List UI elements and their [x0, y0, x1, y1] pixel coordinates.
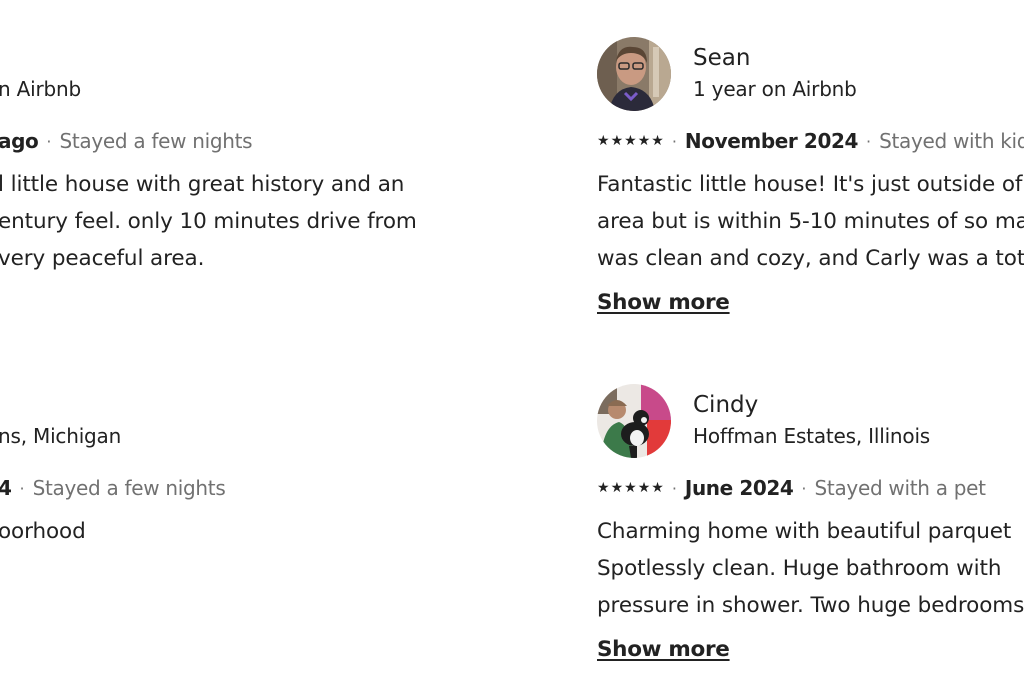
- review-meta: ★ ★ ★ ★ ★ · June 2024 · Stayed with a pe…: [597, 476, 986, 500]
- review-text: Fantastic little house! It's just outsid…: [597, 166, 1024, 277]
- avatar[interactable]: [597, 384, 671, 458]
- review-text-line: entury feel. only 10 minutes drive from: [0, 209, 417, 234]
- review-text-line: very peaceful area.: [0, 246, 205, 271]
- show-more-button[interactable]: Show more: [597, 637, 730, 662]
- separator-dot: ·: [801, 478, 807, 498]
- reviewer-subtitle: 1 year on Airbnb: [693, 77, 857, 101]
- reviews-grid: n Airbnb ago · Stayed a few nights l lit…: [0, 0, 1024, 683]
- avatar-sean-image: [597, 37, 671, 111]
- reviewer-name[interactable]: Cindy: [693, 392, 758, 418]
- review-date: 4: [0, 476, 12, 500]
- review-text-line: Spotlessly clean. Huge bathroom with: [597, 556, 1002, 581]
- review-date: November 2024: [684, 129, 858, 153]
- review-meta: ago · Stayed a few nights: [0, 129, 253, 153]
- star-icon: ★: [637, 480, 651, 496]
- separator-dot: ·: [866, 131, 872, 151]
- star-icon: ★: [597, 480, 610, 496]
- reviewer-name[interactable]: Sean: [693, 45, 750, 71]
- stay-type: Stayed a few nights: [32, 476, 226, 500]
- star-icon: ★: [651, 480, 664, 496]
- reviewer-subtitle: n Airbnb: [0, 77, 81, 101]
- review-text-line: Charming home with beautiful parquet: [597, 519, 1012, 544]
- review-text: oorhood: [0, 513, 438, 550]
- star-icon: ★: [624, 480, 637, 496]
- separator-dot: ·: [671, 478, 677, 498]
- show-more-button[interactable]: Show more: [597, 290, 730, 315]
- star-icon: ★: [597, 133, 610, 149]
- rating-stars: ★ ★ ★ ★ ★: [597, 480, 664, 496]
- review-meta: 4 · Stayed a few nights: [0, 476, 226, 500]
- separator-dot: ·: [19, 478, 25, 498]
- stay-type: Stayed with kids: [879, 129, 1024, 153]
- review-text-line: oorhood: [0, 519, 86, 544]
- review-text-line: Fantastic little house! It's just outsid…: [597, 172, 1023, 197]
- review-date: June 2024: [684, 476, 794, 500]
- review-text-line: l little house with great history and an: [0, 172, 405, 197]
- separator-dot: ·: [671, 131, 677, 151]
- review-date: ago: [0, 129, 39, 153]
- review-text: l little house with great history and an…: [0, 166, 438, 277]
- reviewer-subtitle: Hoffman Estates, Illinois: [693, 424, 931, 448]
- review-text: Charming home with beautiful parquet Spo…: [597, 513, 1024, 624]
- star-icon: ★: [624, 133, 637, 149]
- star-icon: ★: [651, 133, 664, 149]
- star-icon: ★: [610, 480, 624, 496]
- star-icon: ★: [637, 133, 651, 149]
- avatar[interactable]: [597, 37, 671, 111]
- stay-type: Stayed with a pet: [814, 476, 986, 500]
- separator-dot: ·: [46, 131, 52, 151]
- avatar-cindy-image: [597, 384, 671, 458]
- rating-stars: ★ ★ ★ ★ ★: [597, 133, 664, 149]
- review-text-line: pressure in shower. Two huge bedrooms: [597, 593, 1024, 618]
- star-icon: ★: [610, 133, 624, 149]
- reviewer-subtitle: ns, Michigan: [0, 424, 122, 448]
- review-text-line: was clean and cozy, and Carly was a tota…: [597, 246, 1024, 271]
- stay-type: Stayed a few nights: [59, 129, 253, 153]
- review-text-line: area but is within 5-10 minutes of so ma…: [597, 209, 1024, 234]
- review-meta: ★ ★ ★ ★ ★ · November 2024 · Stayed with …: [597, 129, 1024, 153]
